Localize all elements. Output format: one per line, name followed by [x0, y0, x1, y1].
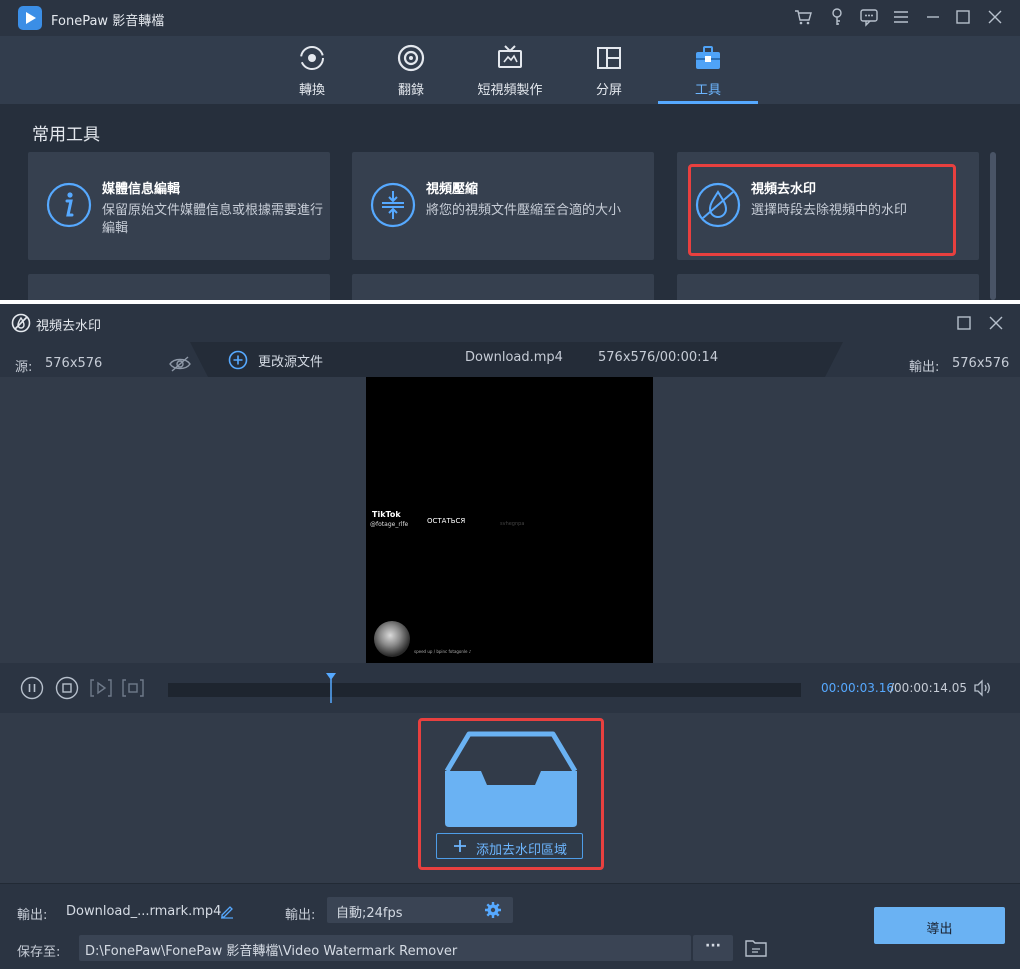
video-faint-text: svhegnpa	[500, 521, 525, 527]
add-watermark-area-label: 添加去水印區域	[476, 843, 568, 858]
tab-rip[interactable]: 翻錄	[361, 36, 461, 104]
watermark-remove-icon	[11, 313, 31, 333]
source-resolution: 576x576	[45, 356, 103, 371]
format-value: 自動;24fps	[336, 906, 403, 921]
minimize-icon[interactable]	[923, 7, 943, 27]
card-desc: 將您的視頻文件壓縮至合適的大小	[426, 203, 622, 218]
tool-card-placeholder	[677, 274, 979, 300]
app-logo-icon	[17, 5, 43, 31]
timeline-track[interactable]	[168, 683, 801, 697]
export-label: 導出	[926, 922, 953, 937]
stop-icon[interactable]	[55, 676, 79, 700]
tab-short-video-label: 短視頻製作	[477, 83, 543, 98]
tab-convert-label: 轉換	[298, 83, 325, 98]
tab-split-screen-label: 分屏	[595, 83, 622, 98]
bottom-bar: 輸出: Download_...rmark.mp4 輸出: 自動;24fps 保…	[0, 883, 1020, 969]
add-circle-icon	[228, 350, 248, 370]
plus-icon	[453, 839, 467, 853]
change-source-label: 更改源文件	[258, 355, 324, 370]
format-label: 輸出:	[285, 908, 316, 923]
watermark-dialog: 視頻去水印 源: 576x576 更改源文件 Download.mp4 576x…	[0, 304, 1020, 969]
pause-icon[interactable]	[20, 676, 44, 700]
close-icon[interactable]	[986, 313, 1006, 333]
title-bar: FonePaw 影音轉檔	[0, 0, 1020, 36]
card-title: 視頻壓縮	[426, 182, 479, 197]
output-resolution: 576x576	[952, 356, 1010, 371]
next-frame-icon[interactable]	[89, 676, 113, 700]
tools-panel: 常用工具 媒體信息編輯 保留原始文件媒體信息或根據需要進行編輯 視頻壓縮 將您的…	[0, 104, 1020, 300]
video-footer-text: speed up / bpinc fotagonle ♪	[414, 649, 472, 654]
tab-tools-label: 工具	[694, 83, 721, 98]
output-file-label: 輸出:	[17, 908, 48, 923]
export-button[interactable]: 導出	[874, 907, 1005, 944]
source-label: 源:	[15, 360, 33, 375]
video-handle-text: @fotage_rlfe	[370, 521, 409, 528]
timeline-playhead[interactable]	[325, 673, 336, 703]
add-area-zone: 添加去水印區域	[0, 713, 1020, 883]
scrollbar[interactable]	[990, 152, 996, 300]
maximize-icon[interactable]	[953, 7, 973, 27]
video-brand-text: TikTok	[372, 510, 401, 519]
convert-icon	[298, 44, 326, 72]
compress-icon	[370, 182, 416, 228]
section-title: 常用工具	[32, 125, 100, 145]
disc-icon	[397, 44, 425, 72]
edit-pencil-icon[interactable]	[219, 903, 235, 919]
save-to-label: 保存至:	[17, 945, 61, 960]
add-watermark-area-button[interactable]: 添加去水印區域	[436, 833, 583, 859]
tab-convert[interactable]: 轉換	[262, 36, 362, 104]
output-file-name: Download_...rmark.mp4	[66, 904, 222, 919]
video-thumbnail	[374, 621, 410, 657]
tool-card-compress[interactable]: 視頻壓縮 將您的視頻文件壓縮至合適的大小	[352, 152, 654, 260]
menu-icon[interactable]	[891, 7, 911, 27]
tv-icon	[496, 44, 524, 72]
player-controls: 00:00:03.16 /00:00:14.05	[0, 663, 1020, 713]
card-desc: 保留原始文件媒體信息或根據需要進行編輯	[102, 203, 324, 236]
save-path-value: D:\FonePaw\FonePaw 影音轉檔\Video Watermark …	[85, 944, 458, 959]
split-screen-icon	[595, 44, 623, 72]
toolbox-icon	[694, 44, 722, 72]
save-path-field[interactable]: D:\FonePaw\FonePaw 影音轉檔\Video Watermark …	[79, 935, 691, 961]
video-preview-area: TikTok @fotage_rlfe ОСТАТЬСЯ svhegnpa sp…	[0, 377, 1020, 663]
hide-eye-icon[interactable]	[168, 355, 192, 373]
video-caption-text: ОСТАТЬСЯ	[427, 517, 466, 525]
file-info: 576x576/00:00:14	[598, 350, 719, 365]
tab-short-video[interactable]: 短視頻製作	[460, 36, 560, 104]
open-folder-icon[interactable]	[744, 938, 768, 958]
volume-icon[interactable]	[972, 678, 992, 698]
gear-icon[interactable]	[484, 901, 502, 919]
tool-card-placeholder	[28, 274, 330, 300]
format-select[interactable]: 自動;24fps	[327, 897, 513, 923]
main-window: FonePaw 影音轉檔 轉換 翻錄 短視頻製作 分屏 工具 常用工具 媒體信息…	[0, 0, 1020, 300]
tool-card-media-info[interactable]: 媒體信息編輯 保留原始文件媒體信息或根據需要進行編輯	[28, 152, 330, 260]
tool-card-placeholder	[352, 274, 654, 300]
browse-more-label: ···	[705, 938, 721, 954]
tab-rip-label: 翻錄	[397, 83, 424, 98]
info-bar: 源: 576x576 更改源文件 Download.mp4 576x576/00…	[0, 342, 1020, 382]
snapshot-icon[interactable]	[121, 676, 145, 700]
highlight-box	[688, 164, 956, 256]
info-icon	[46, 182, 92, 228]
change-source-button[interactable]: 更改源文件	[228, 348, 338, 372]
total-time: /00:00:14.05	[890, 681, 968, 695]
video-frame[interactable]: TikTok @fotage_rlfe ОСТАТЬСЯ svhegnpa sp…	[366, 377, 653, 663]
tab-tools[interactable]: 工具	[658, 36, 758, 104]
current-time: 00:00:03.16	[821, 681, 894, 695]
dialog-title: 視頻去水印	[36, 319, 102, 334]
close-icon[interactable]	[985, 7, 1005, 27]
key-icon[interactable]	[827, 7, 847, 27]
app-title: FonePaw 影音轉檔	[51, 14, 165, 29]
maximize-icon[interactable]	[954, 313, 974, 333]
browse-more-button[interactable]: ···	[693, 935, 733, 961]
output-label: 輸出:	[909, 360, 940, 375]
card-title: 媒體信息編輯	[102, 182, 181, 197]
cart-icon[interactable]	[793, 7, 813, 27]
tab-split-screen[interactable]: 分屏	[559, 36, 659, 104]
inbox-tray-icon	[443, 731, 579, 829]
main-nav: 轉換 翻錄 短視頻製作 分屏 工具	[0, 36, 1020, 104]
chat-icon[interactable]	[859, 7, 879, 27]
file-name: Download.mp4	[465, 350, 563, 365]
dialog-title-bar: 視頻去水印	[0, 304, 1020, 342]
